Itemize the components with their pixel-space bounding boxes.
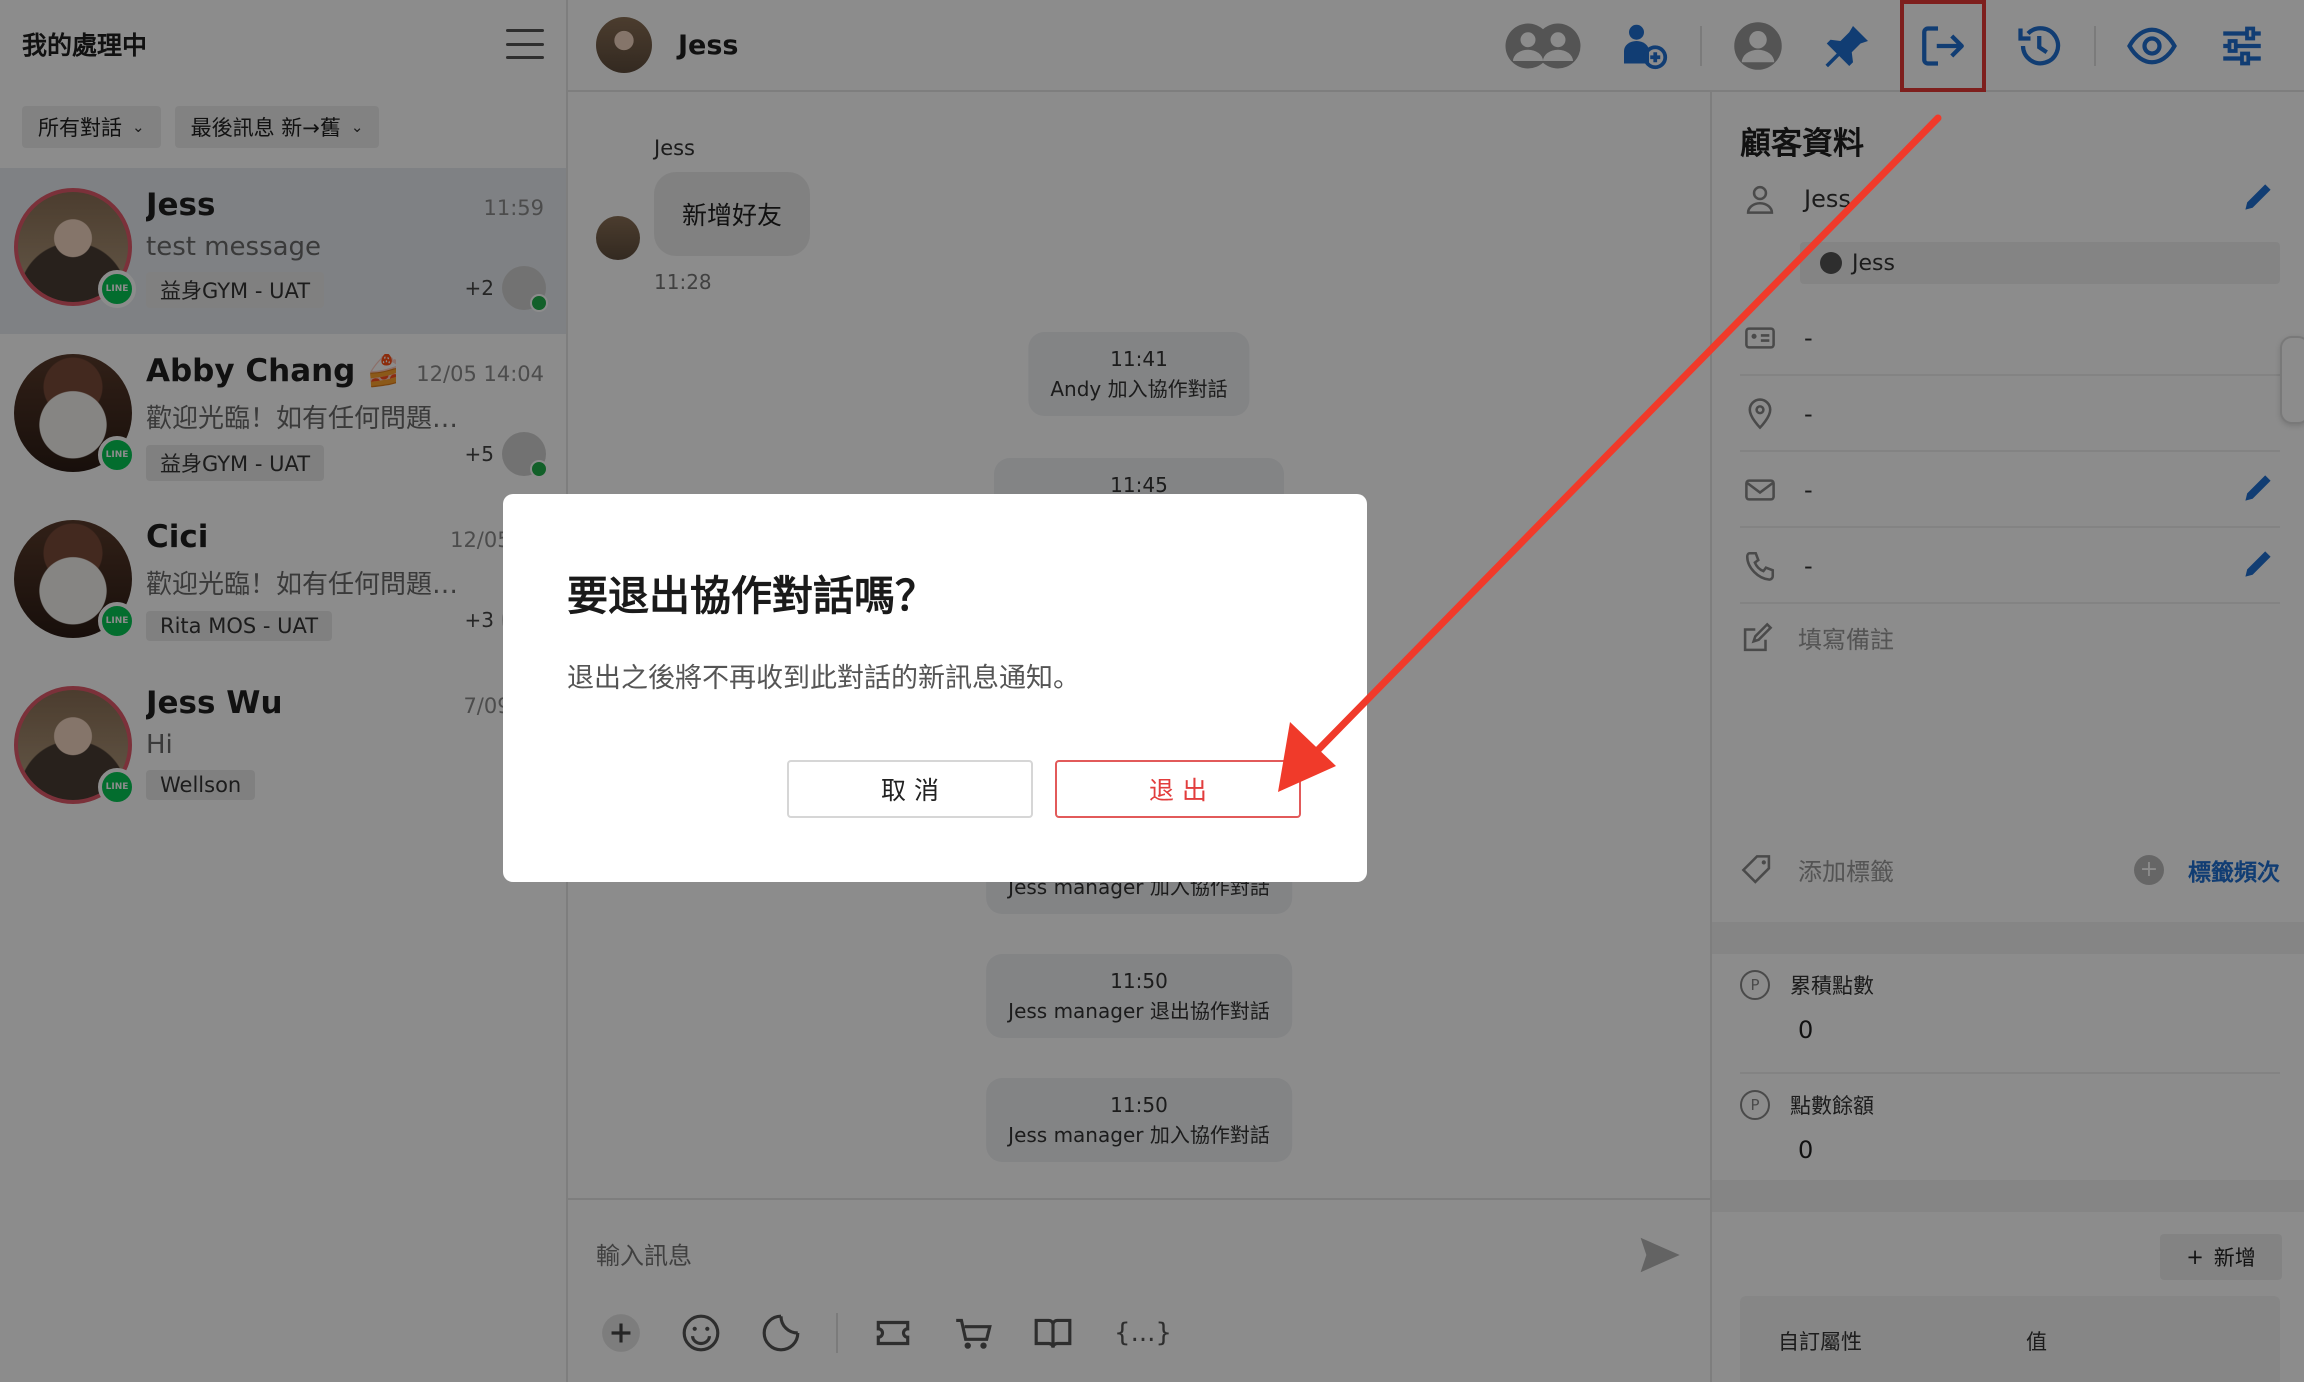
dialog-message: 退出之後將不再收到此對話的新訊息通知。 (567, 663, 1080, 694)
leave-collaboration-dialog: 要退出協作對話嗎？ 退出之後將不再收到此對話的新訊息通知。 取 消 退 出 (503, 494, 1367, 882)
dialog-title: 要退出協作對話嗎？ (567, 572, 936, 620)
leave-button[interactable]: 退 出 (1055, 760, 1301, 818)
cancel-button[interactable]: 取 消 (787, 760, 1033, 818)
